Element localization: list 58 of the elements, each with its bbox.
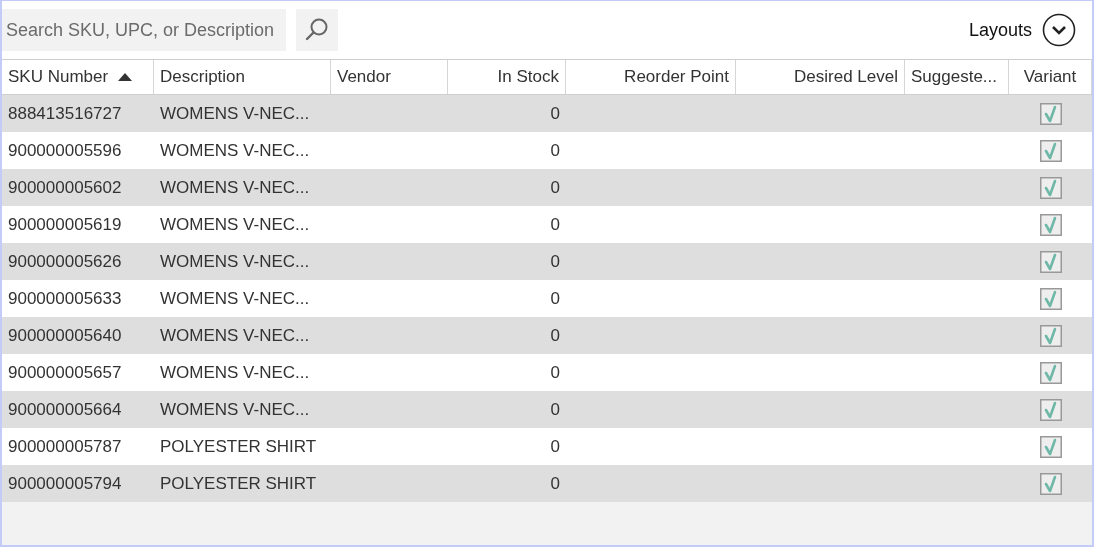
table-cell: 0: [550, 325, 560, 346]
table-cell: 900000005794: [8, 473, 122, 494]
checkbox[interactable]: [1039, 287, 1062, 310]
checkbox[interactable]: [1039, 435, 1062, 458]
search-icon: [304, 17, 330, 43]
checkbox[interactable]: [1039, 250, 1062, 273]
table-cell: POLYESTER SHIRT: [160, 436, 317, 457]
column-header[interactable]: In Stock: [448, 60, 566, 94]
checkbox[interactable]: [1039, 139, 1062, 162]
checkbox[interactable]: [1039, 324, 1062, 347]
table-cell: 0: [550, 399, 560, 420]
table-cell: 0: [550, 177, 560, 198]
table-cell: 0: [550, 473, 560, 494]
column-header[interactable]: Description: [154, 60, 331, 94]
column-header[interactable]: Variant: [1009, 60, 1092, 94]
table-cell: 900000005664: [8, 399, 122, 420]
table-cell: WOMENS V-NEC...: [160, 288, 310, 309]
table-cell: 900000005626: [8, 251, 122, 272]
table-cell: 900000005596: [8, 140, 122, 161]
column-header[interactable]: Vendor: [331, 60, 448, 94]
sort-ascending-icon: [118, 73, 133, 81]
table-cell: 0: [550, 103, 560, 124]
table-cell: 900000005633: [8, 288, 122, 309]
column-header[interactable]: Reorder Point: [566, 60, 736, 94]
layouts-button[interactable]: Layouts: [968, 13, 1076, 47]
table-cell: 0: [550, 214, 560, 235]
column-header[interactable]: Desired Level: [736, 60, 905, 94]
table-cell: WOMENS V-NEC...: [160, 103, 310, 124]
checkbox[interactable]: [1039, 176, 1062, 199]
table-cell: WOMENS V-NEC...: [160, 399, 310, 420]
checkbox[interactable]: [1039, 398, 1062, 421]
table-cell: 900000005602: [8, 177, 122, 198]
table-cell: 0: [550, 436, 560, 457]
table-cell: 900000005657: [8, 362, 122, 383]
checkbox[interactable]: [1039, 213, 1062, 236]
table-cell: 0: [550, 362, 560, 383]
search-field[interactable]: Search SKU, UPC, or Description: [2, 9, 286, 51]
table-cell: WOMENS V-NEC...: [160, 214, 310, 235]
table-cell: 900000005619: [8, 214, 122, 235]
table-cell: 0: [550, 251, 560, 272]
table-cell: 0: [550, 288, 560, 309]
table-cell: WOMENS V-NEC...: [160, 140, 310, 161]
table-cell: 900000005787: [8, 436, 122, 457]
table-cell: WOMENS V-NEC...: [160, 177, 310, 198]
checkbox[interactable]: [1039, 102, 1062, 125]
table-cell: 0: [550, 140, 560, 161]
table-cell: 900000005640: [8, 325, 122, 346]
table-cell: WOMENS V-NEC...: [160, 362, 310, 383]
checkbox[interactable]: [1039, 361, 1062, 384]
chevron-down-icon: [1042, 13, 1076, 47]
checkbox[interactable]: [1039, 472, 1062, 495]
table-cell: WOMENS V-NEC...: [160, 325, 310, 346]
column-header[interactable]: Suggeste...: [905, 60, 1009, 94]
table-cell: 888413516727: [8, 103, 122, 124]
table-cell: POLYESTER SHIRT: [160, 473, 317, 494]
column-header[interactable]: SKU Number: [2, 60, 154, 94]
search-button[interactable]: [296, 9, 338, 51]
table-cell: WOMENS V-NEC...: [160, 251, 310, 272]
